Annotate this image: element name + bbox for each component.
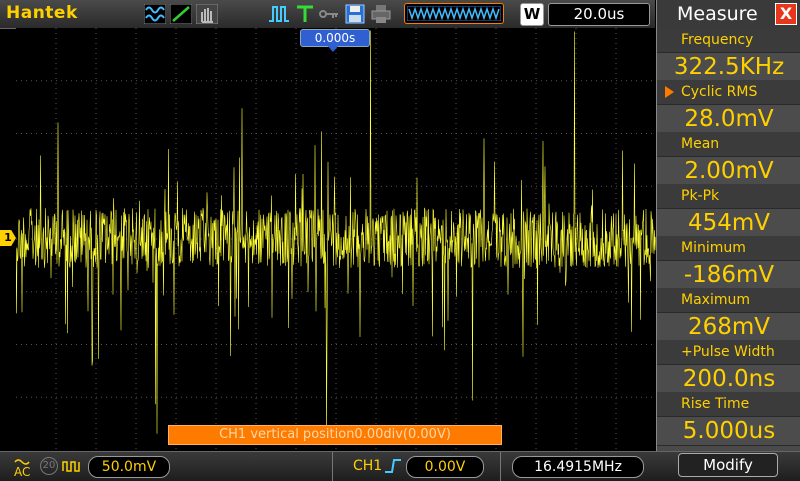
waveform-display[interactable] [15, 28, 656, 450]
measure-label-rise-time: Rise Time [657, 392, 800, 416]
measure-label-mean: Mean [657, 132, 800, 156]
memory-depth-indicator[interactable] [404, 3, 504, 24]
coupling-indicator[interactable]: AC [14, 457, 30, 478]
waveform-icon[interactable] [144, 4, 166, 24]
trigger-source[interactable]: CH1 [353, 458, 382, 474]
save-icon[interactable] [344, 4, 366, 24]
brand-logo: Hantek [6, 3, 78, 23]
ch1-volts-div[interactable]: 50.0mV [88, 456, 170, 478]
measure-value-rise-time[interactable]: 5.000us [657, 416, 800, 446]
trigger-level[interactable]: 0.00V [406, 456, 484, 478]
measure-value-frequency[interactable]: 322.5KHz [657, 52, 800, 82]
modify-button[interactable]: Modify [678, 453, 778, 477]
rising-edge-icon[interactable] [384, 458, 402, 474]
timebase-display[interactable]: 20.0us [548, 3, 650, 26]
measure-value-cyclic-rms[interactable]: 28.0mV [657, 104, 800, 134]
measure-value-maximum[interactable]: 268mV [657, 312, 800, 342]
time-position-arrow-icon [327, 45, 339, 52]
measure-label-maximum: Maximum [657, 288, 800, 312]
measure-value-mean[interactable]: 2.00mV [657, 156, 800, 186]
measure-label-minimum: Minimum [657, 236, 800, 260]
measure-value-pulse-width[interactable]: 200.0ns [657, 364, 800, 394]
key-icon[interactable] [318, 4, 340, 24]
ch1-level-marker[interactable]: 1 [0, 230, 16, 246]
measure-value-minimum[interactable]: -186mV [657, 260, 800, 290]
invert-icon[interactable] [62, 459, 82, 473]
measure-label-pk-pk: Pk-Pk [657, 184, 800, 208]
divider [332, 452, 333, 481]
waveform-canvas [15, 28, 656, 450]
print-icon[interactable] [370, 4, 392, 24]
close-icon[interactable]: X [775, 3, 797, 25]
bandwidth-limit-icon[interactable]: 20 [40, 457, 58, 475]
selected-arrow-icon [665, 86, 674, 98]
top-toolbar: Hantek W 20.0us [0, 0, 655, 29]
ramp-icon[interactable] [170, 4, 192, 24]
window-zoom-button[interactable]: W [520, 3, 544, 26]
measure-label-cyclic-rms: Cyclic RMS [657, 80, 800, 104]
trigger-frequency: 16.4915MHz [512, 456, 644, 478]
divider [500, 452, 501, 481]
measure-label-pulse-width: +Pulse Width [657, 340, 800, 364]
hand-icon[interactable] [196, 4, 218, 24]
trigger-icon[interactable] [294, 4, 316, 24]
measure-value-pk-pk[interactable]: 454mV [657, 208, 800, 238]
memory-depth-icon [406, 5, 502, 22]
run-icon[interactable] [268, 4, 290, 24]
measure-label-frequency: Frequency [657, 28, 800, 52]
vertical-position-message: CH1 vertical position0.00div(0.00V) [168, 425, 502, 445]
measure-panel: Measure X Frequency 322.5KHz Cyclic RMS … [656, 0, 800, 451]
